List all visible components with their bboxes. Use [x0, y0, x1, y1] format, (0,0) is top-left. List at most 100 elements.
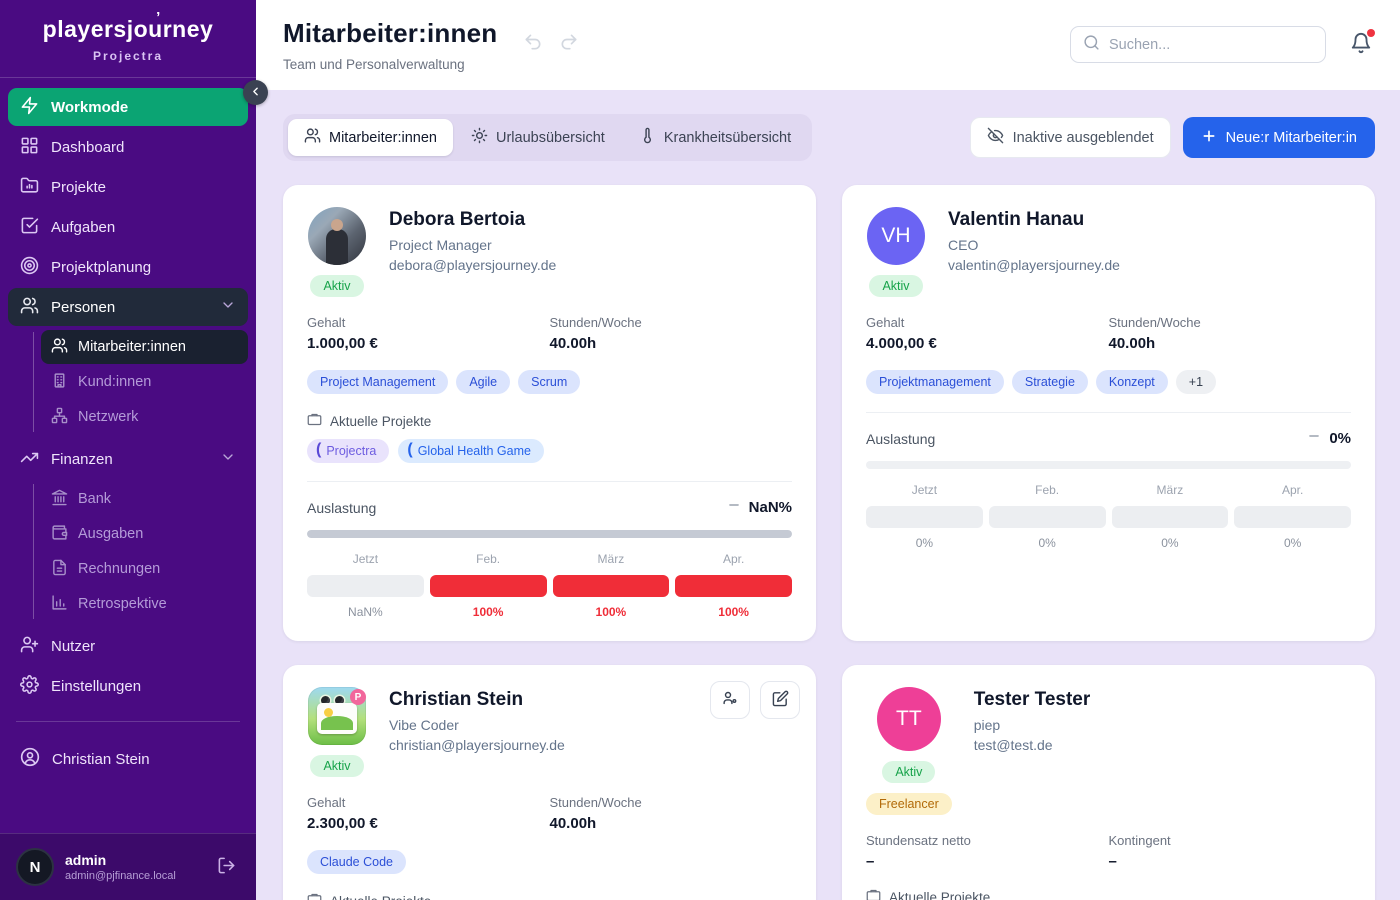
tab-label: Krankheitsübersicht [664, 130, 791, 146]
redo-icon [559, 40, 579, 55]
sidebar-item-label: Kund:innen [78, 374, 151, 390]
utilization-bar [307, 575, 424, 597]
tab-label: Urlaubsübersicht [496, 130, 605, 146]
sidebar-item-rechnungen[interactable]: Rechnungen [41, 552, 248, 586]
employee-card-christian[interactable]: P Aktiv Christian Stein Vibe Coder chris… [283, 665, 816, 900]
logo-wordmark: playersjourney [43, 16, 214, 43]
sidebar-item-label: Projektplanung [51, 259, 151, 276]
sidebar-item-ausgaben[interactable]: Ausgaben [41, 517, 248, 551]
utilization-progressbar [307, 530, 792, 538]
sidebar-item-label: Netzwerk [78, 409, 138, 425]
sidebar-item-finanzen[interactable]: Finanzen [8, 440, 248, 478]
utilization-total: NaN% [727, 498, 792, 517]
sidebar-nav: Workmode Dashboard Projekte Aufgaben Pro… [0, 78, 256, 707]
skill-tag: Projektmanagement [866, 370, 1004, 394]
tab-krankheitsuebersicht[interactable]: Krankheitsübersicht [623, 119, 807, 156]
utilization-month: Jetzt NaN% [307, 552, 424, 619]
sidebar-item-netzwerk[interactable]: Netzwerk [41, 400, 248, 434]
chevron-left-icon [249, 85, 262, 101]
sidebar-collapse-button[interactable] [243, 80, 268, 105]
field-stundensatz: Stundensatz netto – [866, 833, 1109, 870]
file-text-icon [51, 559, 68, 580]
admin-email: admin@pjfinance.local [65, 870, 202, 882]
assign-user-button[interactable] [710, 681, 750, 719]
employee-card-debora[interactable]: Aktiv Debora Bertoia Project Manager deb… [283, 185, 816, 641]
target-icon [20, 256, 39, 279]
logout-button[interactable] [213, 852, 240, 882]
sidebar-item-current-user[interactable]: Christian Stein [8, 740, 248, 778]
sidebar-item-projekte[interactable]: Projekte [8, 168, 248, 206]
edit-icon [772, 690, 789, 710]
sidebar-item-personen[interactable]: Personen [8, 288, 248, 326]
folder-icon [307, 412, 322, 430]
sidebar-item-aufgaben[interactable]: Aufgaben [8, 208, 248, 246]
sidebar-item-retrospektive[interactable]: Retrospektive [41, 587, 248, 621]
tab-urlaubsuebersicht[interactable]: Urlaubsübersicht [455, 119, 621, 156]
zap-icon [20, 96, 39, 119]
field-kontingent: Kontingent – [1109, 833, 1352, 870]
admin-name: admin [65, 852, 202, 868]
search-input[interactable] [1109, 37, 1313, 53]
edit-button[interactable] [760, 681, 800, 719]
project-chips: (Projectra (Global Health Game [307, 439, 792, 463]
sidebar-item-label: Personen [51, 299, 115, 316]
bell-icon [1350, 42, 1372, 57]
employee-role: Project Manager [389, 237, 556, 253]
utilization-progressbar [866, 461, 1351, 469]
user-settings-icon [722, 690, 739, 710]
tab-bar: Mitarbeiter:innen Urlaubsübersicht Krank… [283, 114, 812, 161]
thermometer-icon [639, 127, 656, 148]
notifications-button[interactable] [1348, 30, 1374, 59]
tab-mitarbeiter[interactable]: Mitarbeiter:innen [288, 119, 453, 156]
status-badge: Aktiv [882, 761, 935, 783]
employee-name: Christian Stein [389, 689, 565, 711]
field-gehalt: Gehalt 1.000,00 € [307, 315, 550, 352]
folder-icon [20, 176, 39, 199]
utilization-month: Feb. 0% [989, 483, 1106, 550]
user-circle-icon [20, 747, 40, 771]
folder-icon [866, 888, 881, 900]
redo-button[interactable] [557, 30, 581, 57]
project-chip: (Global Health Game [398, 439, 544, 463]
sidebar-item-workmode[interactable]: Workmode [8, 88, 248, 126]
utilization-months: Jetzt NaN% Feb. 100% März 100% [307, 552, 792, 619]
employee-email: debora@playersjourney.de [389, 257, 556, 273]
divider [307, 481, 792, 482]
new-employee-label: Neue:r Mitarbeiter:in [1226, 130, 1357, 146]
sidebar-item-bank[interactable]: Bank [41, 482, 248, 516]
content-area: Mitarbeiter:innen Urlaubsübersicht Krank… [256, 90, 1400, 900]
skill-tag: Project Management [307, 370, 448, 394]
avatar: TT [877, 687, 941, 751]
sidebar-item-einstellungen[interactable]: Einstellungen [8, 667, 248, 705]
field-gehalt: Gehalt 4.000,00 € [866, 315, 1109, 352]
skill-tag: Konzept [1096, 370, 1168, 394]
utilization-bar [553, 575, 670, 597]
divider [866, 412, 1351, 413]
employee-card-valentin[interactable]: VH Aktiv Valentin Hanau CEO valentin@pla… [842, 185, 1375, 641]
chevron-down-icon [220, 297, 236, 317]
sidebar-item-label: Bank [78, 491, 111, 507]
sidebar-item-label: Ausgaben [78, 526, 143, 542]
new-employee-button[interactable]: Neue:r Mitarbeiter:in [1183, 117, 1375, 158]
undo-button[interactable] [521, 30, 545, 57]
sidebar-item-mitarbeiter[interactable]: Mitarbeiter:innen [41, 330, 248, 364]
sidebar-item-label: Einstellungen [51, 678, 141, 695]
sidebar-item-label: Nutzer [51, 638, 95, 655]
employee-name: Tester Tester [974, 689, 1091, 711]
sidebar-item-projektplanung[interactable]: Projektplanung [8, 248, 248, 286]
employee-card-tester[interactable]: TT Aktiv Freelancer Tester Tester piep t… [842, 665, 1375, 900]
sidebar-item-nutzer[interactable]: Nutzer [8, 627, 248, 665]
app-logo: playersjourney Projectra [0, 0, 256, 77]
toggle-inactive-button[interactable]: Inaktive ausgeblendet [970, 117, 1171, 158]
user-plus-icon [20, 635, 39, 658]
page-header: Mitarbeiter:innen Team und Personalverwa… [256, 0, 1400, 90]
undo-icon [523, 40, 543, 55]
field-stunden: Stunden/Woche 40.00h [550, 315, 793, 352]
sidebar-item-kunden[interactable]: Kund:innen [41, 365, 248, 399]
utilization-bar [430, 575, 547, 597]
employee-email: valentin@playersjourney.de [948, 257, 1120, 273]
sidebar-item-dashboard[interactable]: Dashboard [8, 128, 248, 166]
users-icon [20, 296, 39, 319]
page-title: Mitarbeiter:innen [283, 18, 497, 49]
skill-tag: Scrum [518, 370, 580, 394]
